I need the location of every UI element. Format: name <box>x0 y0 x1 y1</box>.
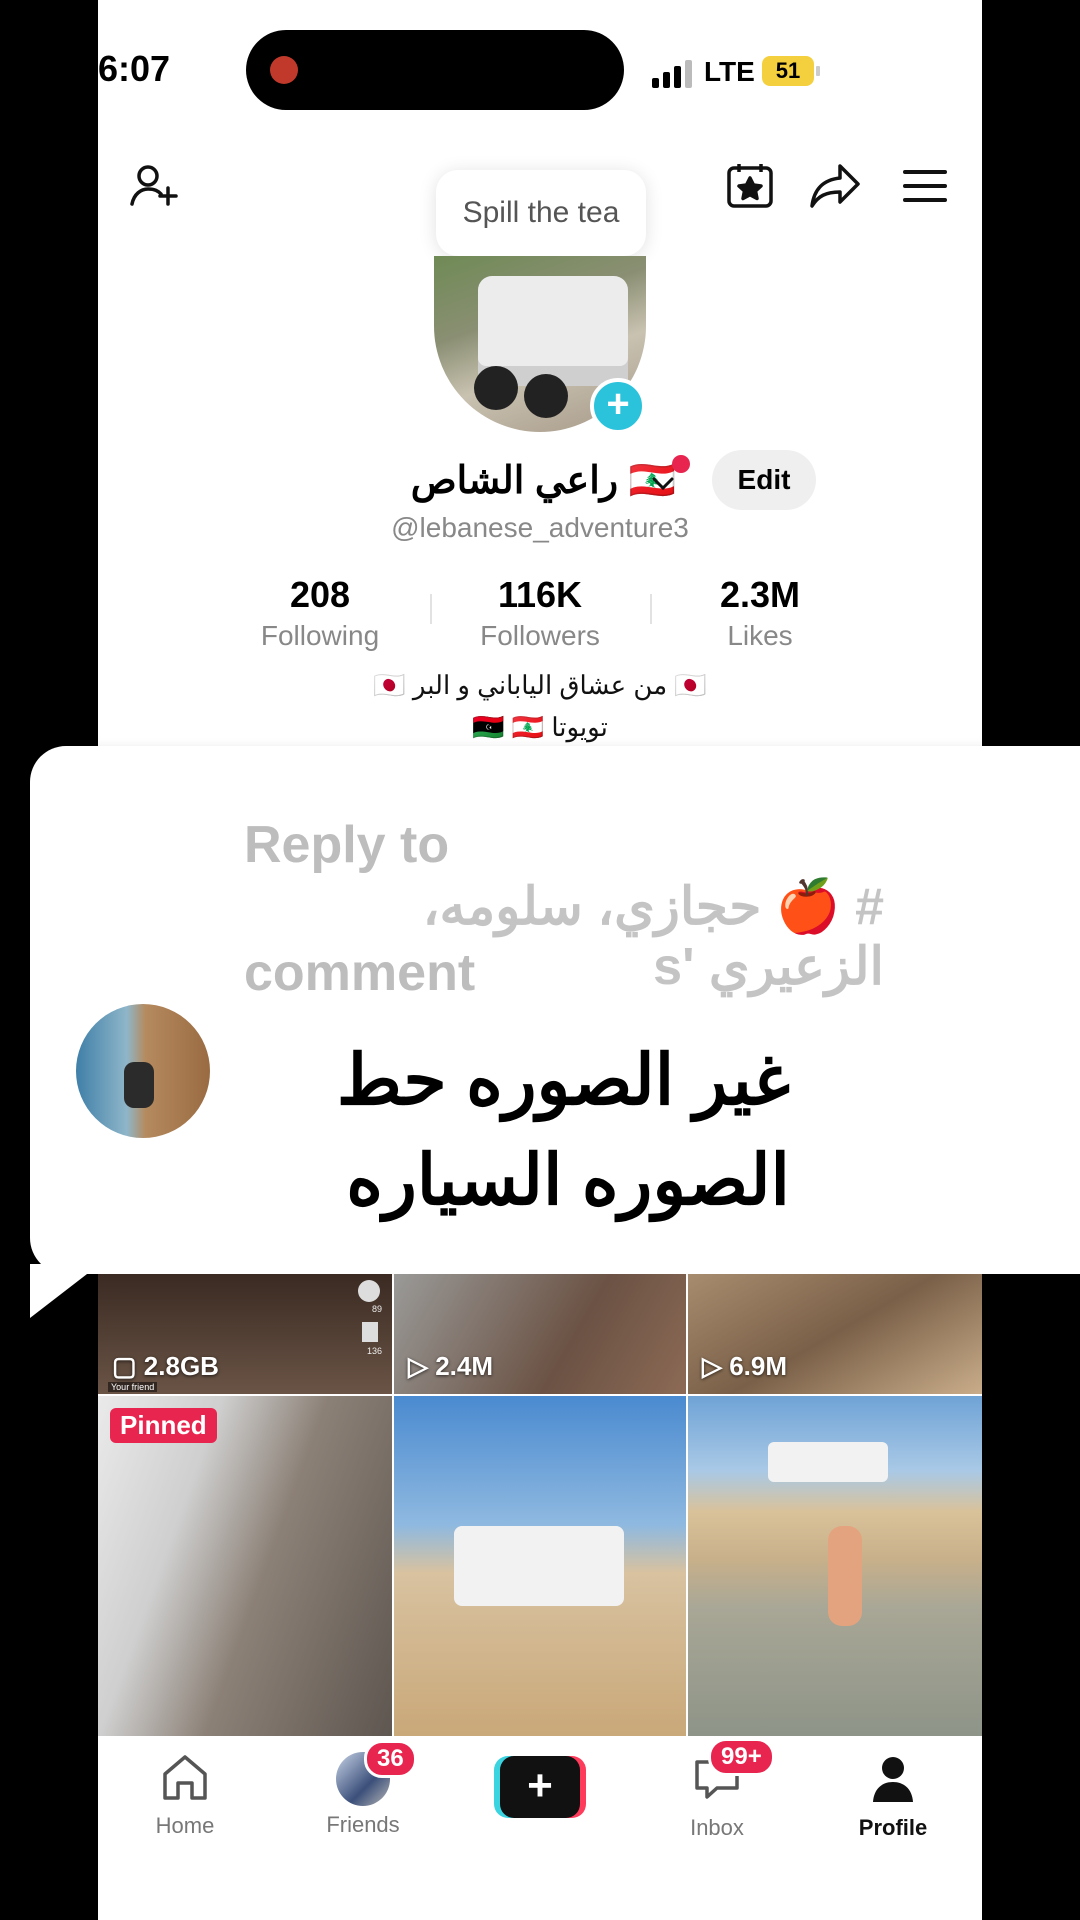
child-image <box>828 1526 862 1626</box>
reply-comment-label: comment <box>244 944 476 1002</box>
stat-label: Likes <box>727 620 793 651</box>
your-friend-label: Your friend <box>108 1382 158 1392</box>
video-thumbnail[interactable] <box>688 1396 982 1736</box>
view-count-value: 6.9M <box>729 1351 788 1381</box>
view-count-value: 2.4M <box>435 1351 494 1381</box>
reply-to-label: Reply to <box>244 816 450 874</box>
stat-divider <box>650 594 652 624</box>
chevron-down-icon[interactable] <box>650 470 676 496</box>
view-count: ▷ 6.9M <box>702 1351 787 1382</box>
play-icon: ▷ <box>702 1351 730 1381</box>
status-time: 6:07 <box>98 48 171 89</box>
folder-icon: ▢ <box>112 1351 144 1381</box>
video-storage: ▢ 2.8GB <box>112 1351 219 1382</box>
nav-label: Inbox <box>690 1815 744 1840</box>
stat-label: Followers <box>480 620 600 651</box>
create-button[interactable]: + <box>494 1756 586 1818</box>
dynamic-island <box>246 30 624 110</box>
play-icon: ▷ <box>408 1351 436 1381</box>
car-wheel <box>524 374 568 418</box>
person-add-icon[interactable] <box>126 158 182 214</box>
video-thumbnail[interactable]: 89 136 ▢ 2.8GB Your friend <box>98 1274 392 1394</box>
nav-home[interactable]: Home <box>110 1752 260 1839</box>
stat-likes[interactable]: 2.3M Likes <box>660 574 860 652</box>
stat-value: 116K <box>497 574 583 615</box>
home-icon <box>163 1755 207 1800</box>
nav-label: Profile <box>858 1815 928 1840</box>
video-thumbnail-pinned[interactable]: Pinned <box>98 1396 392 1736</box>
nav-inbox[interactable]: Inbox 99+ <box>642 1738 792 1841</box>
reply-card-tail <box>30 1264 100 1318</box>
stat-followers[interactable]: 116K Followers <box>440 574 640 652</box>
nav-friends[interactable]: Friends 36 <box>288 1740 438 1838</box>
nav-label: Friends <box>326 1812 400 1837</box>
stat-following[interactable]: 208 Following <box>220 574 420 652</box>
pinned-badge: Pinned <box>110 1408 217 1443</box>
edit-profile-button[interactable]: Edit <box>712 450 816 510</box>
nav-profile[interactable]: Profile <box>818 1752 968 1841</box>
plus-icon: + <box>500 1756 580 1818</box>
comment-icon <box>358 1280 380 1302</box>
profile-icon <box>873 1757 913 1802</box>
friends-badge: 36 <box>364 1740 417 1778</box>
bookmark-icon <box>362 1322 378 1342</box>
reply-comment-text: غير الصوره حط الصوره السياره <box>336 1041 790 1219</box>
car-wheel <box>474 366 518 410</box>
add-story-button[interactable]: + <box>590 378 646 434</box>
bio-line: 🇯🇵 من عشاق الياباني و البر 🇯🇵 <box>373 670 707 700</box>
hamburger-menu-icon[interactable] <box>897 158 953 214</box>
person-silhouette <box>124 1062 154 1108</box>
battery-icon: 51 <box>762 56 814 86</box>
profile-handle: @lebanese_adventure3 <box>391 512 689 543</box>
bio-line: 🇱🇾 🇱🇧 تويوتا <box>472 712 608 742</box>
stat-value: 208 <box>289 574 351 615</box>
truck-image <box>454 1526 624 1606</box>
battery-cap <box>816 66 820 76</box>
network-label: LTE <box>704 56 755 87</box>
commenter-avatar <box>76 1004 210 1138</box>
nav-label: Home <box>155 1813 215 1838</box>
truck-image <box>768 1442 888 1482</box>
video-thumbnail[interactable] <box>394 1396 686 1736</box>
stat-divider <box>430 594 432 624</box>
notification-dot <box>672 455 690 473</box>
signal-icon <box>652 58 696 88</box>
bookmark-count: 136 <box>366 1346 382 1356</box>
profile-name: 🇱🇧 راعي الشاص <box>410 460 676 502</box>
comment-count: 89 <box>371 1304 382 1314</box>
video-thumbnail[interactable]: ▷ 2.4M <box>394 1274 686 1394</box>
stat-label: Following <box>260 620 380 651</box>
view-count: ▷ 2.4M <box>408 1351 493 1382</box>
tooltip-bubble[interactable]: Spill the tea <box>436 170 646 256</box>
stat-value: 2.3M <box>719 574 801 615</box>
recording-dot-icon <box>270 56 298 84</box>
share-icon[interactable] <box>808 158 864 214</box>
inbox-badge: 99+ <box>708 1738 775 1776</box>
video-thumbnail[interactable]: ▷ 6.9M <box>688 1274 982 1394</box>
calendar-star-icon[interactable] <box>722 158 778 214</box>
storage-value: 2.8GB <box>143 1351 219 1381</box>
